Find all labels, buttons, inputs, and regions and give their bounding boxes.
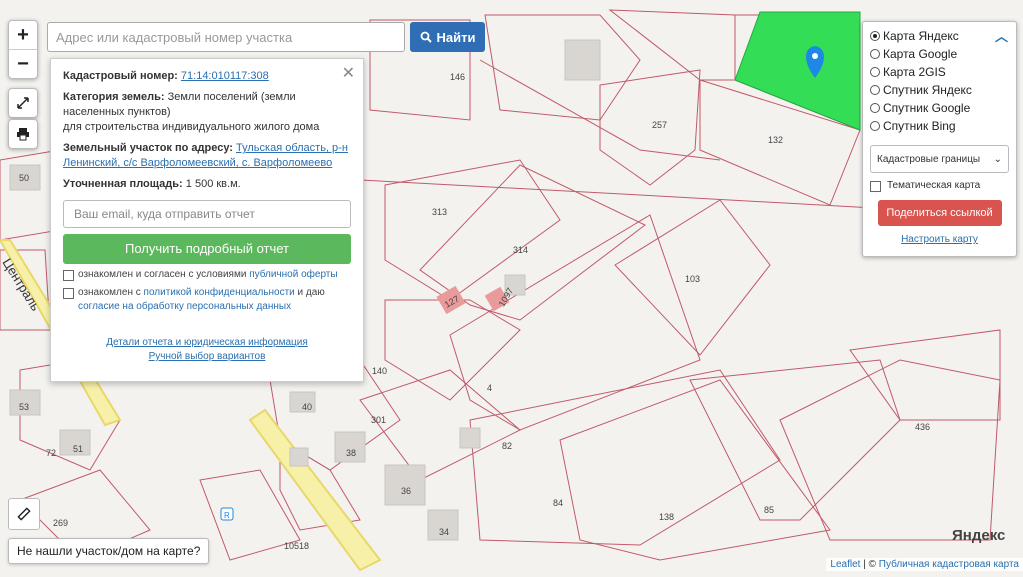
parcel-label-82: 82 [502, 441, 512, 451]
thematic-map-label: Тематическая карта [887, 180, 981, 191]
privacy-policy-link[interactable]: политикой конфиденциальности [144, 287, 295, 298]
privacy-agree-mid-text: и даю [297, 287, 325, 298]
close-icon[interactable]: ✕ [342, 63, 355, 83]
privacy-agree-checkbox-row: ознакомлен с политикой конфиденциальност… [63, 286, 351, 314]
parcel-label-10518: 10518 [284, 541, 309, 551]
land-purpose-value: для строительства индивидуального жилого… [63, 121, 320, 133]
parcel-label-36: 36 [401, 486, 411, 496]
pkk-link[interactable]: Публичная кадастровая карта [879, 559, 1019, 570]
fullscreen-icon [17, 97, 29, 109]
layer-option-label: Спутник Яндекс [883, 83, 972, 97]
layer-option-yandex-map[interactable]: Карта Яндекс [870, 27, 1009, 45]
offer-agree-checkbox[interactable] [63, 270, 74, 281]
email-field[interactable] [63, 200, 351, 228]
parcel-label-50: 50 [19, 173, 29, 183]
svg-text:R: R [224, 511, 230, 520]
parcel-label-140: 140 [372, 366, 387, 376]
radio-icon [870, 103, 880, 113]
area-value: 1 500 кв.м. [185, 178, 241, 190]
zoom-control: + − [8, 20, 38, 79]
parcel-label-38: 38 [346, 448, 356, 458]
overlay-select-value: Кадастровые границы [877, 153, 981, 165]
fullscreen-button[interactable] [8, 88, 38, 118]
attribution: Leaflet | © Публичная кадастровая карта [826, 558, 1023, 571]
parcel-label-138: 138 [659, 512, 674, 522]
layer-option-google-satellite[interactable]: Спутник Google [870, 99, 1009, 117]
leaflet-link[interactable]: Leaflet [830, 559, 860, 570]
radio-icon [870, 49, 880, 59]
layer-option-label: Карта Google [883, 47, 958, 61]
thematic-map-checkbox[interactable] [870, 181, 881, 192]
radio-icon [870, 31, 880, 41]
parcel-label-72: 72 [46, 448, 56, 458]
parcel-label-146: 146 [450, 72, 465, 82]
parcel-label-4: 4 [487, 383, 492, 393]
search-icon [420, 31, 432, 43]
yandex-logo: Яндекс [952, 527, 1006, 544]
parcel-label-103: 103 [685, 274, 700, 284]
layers-panel: ︿ Карта Яндекс Карта Google Карта 2GIS С… [862, 21, 1017, 257]
search-input[interactable] [47, 22, 405, 52]
cadastral-number-link[interactable]: 71:14:010117:308 [181, 70, 269, 82]
attribution-separator: | © [860, 559, 879, 570]
parcel-label-301: 301 [371, 415, 386, 425]
print-icon [17, 128, 29, 141]
cadastral-number-row: Кадастровый номер: 71:14:010117:308 [63, 69, 351, 84]
address-row: Земельный участок по адресу: Тульская об… [63, 141, 351, 171]
configure-map-link[interactable]: Настроить карту [901, 234, 978, 245]
manual-select-link[interactable]: Ручной выбор вариантов [149, 351, 266, 362]
radio-icon [870, 67, 880, 77]
ruler-icon [17, 507, 31, 521]
layer-option-bing-satellite[interactable]: Спутник Bing [870, 117, 1009, 135]
parcel-label-269: 269 [53, 518, 68, 528]
parcel-label-257: 257 [652, 120, 667, 130]
parcel-label-132: 132 [768, 135, 783, 145]
print-button[interactable] [8, 119, 38, 149]
not-found-button[interactable]: Не нашли участок/дом на карте? [8, 538, 210, 564]
cadastral-number-label: Кадастровый номер: [63, 70, 178, 82]
radio-icon [870, 85, 880, 95]
chevron-up-icon[interactable]: ︿ [995, 26, 1008, 45]
zoom-in-button[interactable]: + [9, 21, 37, 49]
radio-icon [870, 121, 880, 131]
offer-agree-text: ознакомлен и согласен с условиями [78, 269, 247, 280]
privacy-agree-text: ознакомлен с [78, 287, 141, 298]
layer-option-label: Спутник Bing [883, 119, 956, 133]
share-link-button[interactable]: Поделиться ссылкой [877, 200, 1002, 226]
layer-option-google-map[interactable]: Карта Google [870, 45, 1009, 63]
parcel-info-panel: ✕ Кадастровый номер: 71:14:010117:308 Ка… [50, 58, 364, 382]
report-details-link[interactable]: Детали отчета и юридическая информация [106, 337, 308, 348]
area-row: Уточненная площадь: 1 500 кв.м. [63, 177, 351, 192]
layer-option-label: Спутник Google [883, 101, 971, 115]
address-label: Земельный участок по адресу: [63, 142, 233, 154]
search-button-label: Найти [436, 29, 476, 45]
layer-option-yandex-satellite[interactable]: Спутник Яндекс [870, 81, 1009, 99]
parcel-label-40: 40 [302, 402, 312, 412]
layer-option-2gis-map[interactable]: Карта 2GIS [870, 63, 1009, 81]
chevron-down-icon: ⌄ [993, 153, 1002, 165]
land-category-row: Категория земель: Земли поселений (земли… [63, 90, 351, 135]
parcel-label-51: 51 [73, 444, 83, 454]
thematic-map-row: Тематическая карта [870, 179, 1009, 192]
parcel-label-53: 53 [19, 402, 29, 412]
privacy-agree-checkbox[interactable] [63, 288, 74, 299]
parcel-label-313: 313 [432, 207, 447, 217]
personal-data-consent-link[interactable]: согласие на обработку персональных данны… [78, 301, 291, 312]
get-report-button[interactable]: Получить подробный отчет [63, 234, 351, 264]
parcel-label-34: 34 [439, 527, 449, 537]
parcel-label-436: 436 [915, 422, 930, 432]
offer-agree-checkbox-row: ознакомлен и согласен с условиями публич… [63, 268, 351, 282]
parcel-label-84: 84 [553, 498, 563, 508]
parcel-label-85: 85 [764, 505, 774, 515]
ruler-button[interactable] [8, 498, 40, 530]
land-category-label: Категория земель: [63, 91, 165, 103]
zoom-out-button[interactable]: − [9, 49, 37, 78]
overlay-select[interactable]: Кадастровые границы ⌄ [870, 145, 1009, 173]
layer-option-label: Карта Яндекс [883, 29, 959, 43]
layer-option-label: Карта 2GIS [883, 65, 946, 79]
offer-link[interactable]: публичной оферты [249, 269, 337, 280]
search-button[interactable]: Найти [410, 22, 485, 52]
area-label: Уточненная площадь: [63, 178, 183, 190]
parcel-label-314: 314 [513, 245, 528, 255]
